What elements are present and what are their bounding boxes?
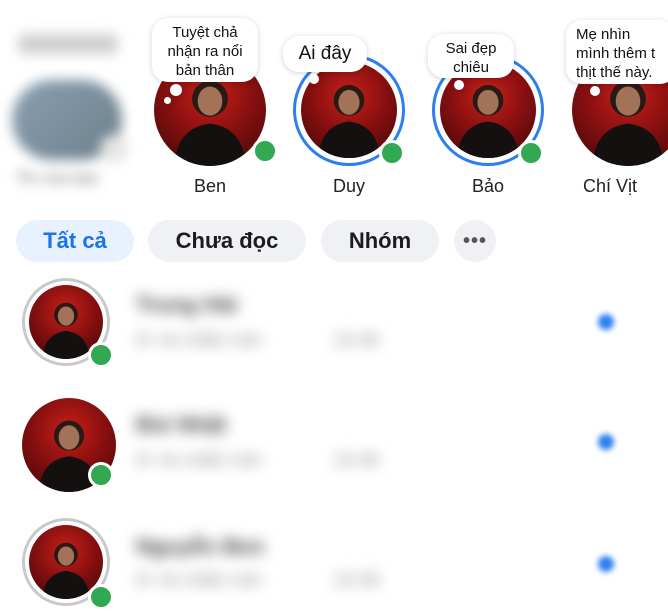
story-note: Mẹ nhìn mình thêm t thịt thế này. <box>566 20 668 84</box>
story-name: Chí Vịt <box>582 176 638 196</box>
story-chi-vit[interactable]: Mẹ nhìn mình thêm t thịt thế này. Chí Vị… <box>556 0 668 208</box>
filter-unread-chip[interactable]: Chưa đọc <box>148 220 306 262</box>
online-indicator <box>252 138 278 164</box>
stories-row: Tin của bạn Tuyệt chả nhận ra nổi bản th… <box>0 0 668 208</box>
online-indicator <box>88 584 114 610</box>
story-bao[interactable]: Sai đẹp chiêu Bảo <box>418 0 558 208</box>
note-tail <box>170 84 182 96</box>
unread-dot-icon <box>598 314 614 330</box>
chat-row[interactable]: Trung Hải 6+ tin nhắn mới 22:40 <box>0 278 668 396</box>
chat-preview: 6+ tin nhắn mới <box>136 330 262 350</box>
note-tail <box>590 86 600 96</box>
own-story-header <box>18 34 118 54</box>
story-name: Duy <box>332 176 365 196</box>
chat-row[interactable]: Bùi Nhật 6+ tin nhắn mới 22:40 <box>0 398 668 516</box>
story-duy[interactable]: Ai đây Duy <box>279 0 419 208</box>
chat-time: 22:40 <box>334 330 380 350</box>
note-tail-small <box>164 97 171 104</box>
online-indicator <box>379 140 405 166</box>
story-note: Tuyệt chả nhận ra nổi bản thân <box>152 18 258 82</box>
story-note: Ai đây <box>283 36 367 72</box>
unread-dot-icon <box>598 434 614 450</box>
chat-name: Bùi Nhật <box>136 412 227 437</box>
unread-dot-icon <box>598 556 614 572</box>
chat-name: Trung Hải <box>136 292 238 317</box>
story-ben[interactable]: Tuyệt chả nhận ra nổi bản thân Ben <box>140 0 280 208</box>
note-tail <box>309 74 319 84</box>
story-note: Sai đẹp chiêu <box>428 34 514 78</box>
online-indicator <box>518 140 544 166</box>
chat-row[interactable]: Nguyễn Ben 6+ tin nhắn mới 22:39 <box>0 518 668 616</box>
online-indicator <box>88 342 114 368</box>
chat-preview: 6+ tin nhắn mới <box>136 570 262 590</box>
filter-groups-chip[interactable]: Nhóm <box>321 220 439 262</box>
note-tail <box>454 80 464 90</box>
chat-name: Nguyễn Ben <box>136 534 265 559</box>
own-story-label: Tin của bạn <box>16 170 100 187</box>
story-name: Bảo <box>471 176 505 196</box>
add-story-icon[interactable] <box>100 135 128 163</box>
online-indicator <box>88 462 114 488</box>
chat-preview: 6+ tin nhắn mới <box>136 450 262 470</box>
story-name: Ben <box>193 176 227 196</box>
more-filters-button[interactable]: ••• <box>454 220 496 262</box>
own-story[interactable]: Tin của bạn <box>8 20 138 200</box>
chat-time: 22:39 <box>334 570 380 590</box>
filter-all-chip[interactable]: Tất cả <box>16 220 134 262</box>
chat-time: 22:40 <box>334 450 380 470</box>
